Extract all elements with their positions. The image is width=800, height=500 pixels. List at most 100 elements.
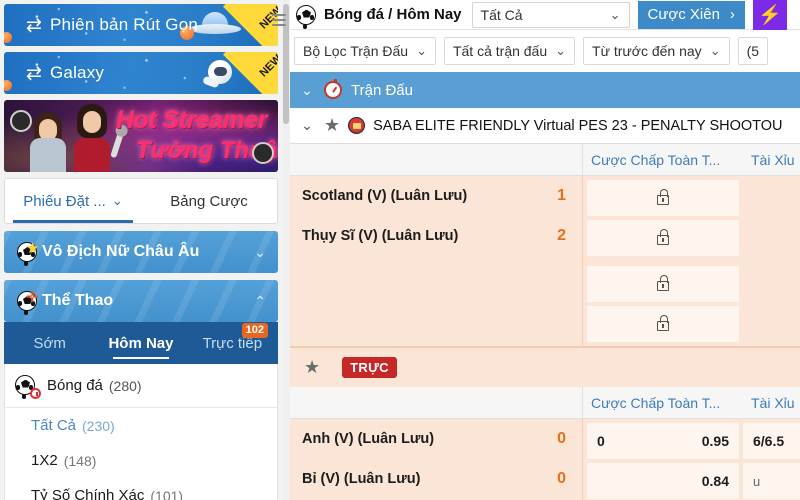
tab-today[interactable]: Hôm Nay bbox=[95, 322, 186, 364]
odds-cell-locked[interactable] bbox=[587, 220, 739, 256]
filter-label: Từ trước đến nay bbox=[592, 43, 702, 59]
chevron-down-icon: ⌄ bbox=[609, 6, 621, 22]
sidebar-item-all-markets[interactable]: Tất Cả (230) bbox=[5, 408, 277, 443]
filter-bar: Bộ Lọc Trận Đấu ⌄ Tất cả trận đấu ⌄ Từ t… bbox=[290, 30, 800, 72]
market-select[interactable]: Tất Cả ⌄ bbox=[471, 1, 630, 28]
handicap-price: 0.84 bbox=[701, 473, 729, 489]
market-select-value: Tất Cả bbox=[480, 6, 523, 23]
tab-early[interactable]: Sớm bbox=[4, 322, 95, 364]
team-score: 0 bbox=[557, 430, 566, 447]
betting-app: ⇄ Phiên bản Rút Gọn NEW ⇄ Galaxy NEW Hot… bbox=[0, 0, 800, 500]
parlay-button[interactable]: Cược Xiên › bbox=[637, 0, 745, 29]
filter-all-matches[interactable]: Tất cả trận đấu ⌄ bbox=[443, 37, 576, 65]
chevron-down-icon: ⌄ bbox=[416, 43, 427, 58]
section-header-sports[interactable]: ✛ Thể Thao ⌃ bbox=[4, 280, 278, 322]
match-teams: Anh (V) (Luân Lưu) 0 Bỉ (V) (Luân Lưu) 0 bbox=[290, 419, 583, 500]
sub-item-label: Tất Cả bbox=[31, 417, 77, 434]
hot-streamer-banner[interactable]: Hot Streamer Tường Thuật bbox=[4, 100, 278, 172]
tab-bet-slip[interactable]: Phiếu Đặt ... ⌄ bbox=[5, 179, 141, 223]
match-section-label: Trận Đấu bbox=[351, 81, 413, 99]
lock-icon bbox=[657, 229, 669, 245]
lock-icon bbox=[657, 189, 669, 205]
tab-bet-list[interactable]: Bảng Cược bbox=[141, 179, 277, 223]
promo-label: Phiên bản Rút Gọn bbox=[50, 15, 198, 34]
sport-row-football[interactable]: Bóng đá (280) bbox=[5, 364, 277, 408]
chevron-down-icon[interactable]: ⌄ bbox=[290, 117, 324, 134]
odds-column-handicap: 0 0.95 0.84 bbox=[583, 419, 743, 500]
menu-icon[interactable] bbox=[272, 14, 286, 26]
favorite-star-icon[interactable]: ★ bbox=[304, 357, 320, 378]
odds-cell-over[interactable]: 6/6.5 bbox=[743, 423, 800, 459]
team-score: 1 bbox=[557, 187, 566, 204]
odds-column-handicap bbox=[583, 176, 743, 346]
sport-count: (280) bbox=[108, 377, 142, 394]
team-row-home: Anh (V) (Luân Lưu) 0 bbox=[290, 419, 582, 459]
tab-live[interactable]: Trực tiếp 102 bbox=[187, 322, 278, 364]
team-name: Thụy Sĩ (V) (Luân Lưu) bbox=[302, 228, 459, 244]
team-name: Anh (V) (Luân Lưu) bbox=[302, 431, 435, 447]
league-row[interactable]: ⌄ ★ SABA ELITE FRIENDLY Virtual PES 23 -… bbox=[290, 108, 800, 144]
match-section-header[interactable]: ⌄ Trận Đấu bbox=[290, 72, 800, 108]
hot-banner-title: Hot Streamer bbox=[116, 106, 268, 134]
section-title: Vô Địch Nữ Châu Âu bbox=[42, 243, 200, 260]
live-status-badge: TRỰC bbox=[342, 357, 397, 378]
odds-cell-locked[interactable] bbox=[587, 266, 739, 302]
odds-cell-handicap-away[interactable]: 0.84 bbox=[587, 463, 739, 499]
filter-match-filter[interactable]: Bộ Lọc Trận Đấu ⌄ bbox=[294, 37, 436, 65]
left-sidebar: ⇄ Phiên bản Rút Gọn NEW ⇄ Galaxy NEW Hot… bbox=[0, 0, 290, 500]
team-row-away: Thụy Sĩ (V) (Luân Lưu) 2 bbox=[290, 216, 582, 256]
sports-ball-icon: ✛ bbox=[12, 289, 42, 311]
league-badge-icon bbox=[348, 117, 366, 134]
chevron-up-icon[interactable]: ⌃ bbox=[254, 293, 266, 310]
sport-time-tabs: Sớm Hôm Nay Trực tiếp 102 bbox=[4, 322, 278, 364]
new-ribbon-label-wrap: NEW bbox=[218, 4, 278, 46]
sidebar-item-correct-score[interactable]: Tỷ Số Chính Xác (101) bbox=[5, 478, 277, 500]
odds-cell-under[interactable]: u bbox=[743, 463, 800, 499]
tab-early-label: Sớm bbox=[33, 334, 66, 352]
swap-icon: ⇄ bbox=[26, 14, 42, 36]
promo-label: Galaxy bbox=[50, 63, 105, 82]
promo-banner-galaxy[interactable]: ⇄ Galaxy NEW bbox=[4, 52, 278, 94]
sub-item-count: (230) bbox=[82, 417, 115, 434]
league-name: SABA ELITE FRIENDLY Virtual PES 23 - PEN… bbox=[373, 117, 783, 134]
odds-column-over-under: 6/6.5 u bbox=[743, 419, 800, 500]
column-header-handicap: Cược Chấp Toàn T... bbox=[591, 151, 721, 168]
column-header-over-under: Tài Xỉu bbox=[751, 151, 795, 168]
odds-cell-locked[interactable] bbox=[587, 180, 739, 216]
match-odds bbox=[583, 176, 800, 346]
lock-icon bbox=[657, 275, 669, 291]
live-count-badge: 102 bbox=[241, 323, 268, 338]
tab-today-label: Hôm Nay bbox=[108, 334, 174, 352]
sport-list: Bóng đá (280) Tất Cả (230) 1X2 (148) Tỷ … bbox=[4, 364, 278, 500]
odds-cell-handicap-home[interactable]: 0 0.95 bbox=[587, 423, 739, 459]
tab-bet-slip-label: Phiếu Đặt ... bbox=[23, 192, 106, 210]
bet-slip-card: Phiếu Đặt ... ⌄ Bảng Cược bbox=[4, 178, 278, 224]
main-panel: Bóng đá / Hôm Nay Tất Cả ⌄ Cược Xiên › ⚡… bbox=[290, 0, 800, 500]
handicap-line: 0 bbox=[597, 433, 605, 449]
new-ribbon-label-wrap: NEW bbox=[218, 52, 278, 94]
filter-partial[interactable]: (5 bbox=[737, 37, 769, 65]
section-header-womens-euro[interactable]: ★ Vô Địch Nữ Châu Âu ⌄ bbox=[4, 231, 278, 273]
trophy-ball-icon: ★ bbox=[12, 240, 42, 262]
odds-cell-locked[interactable] bbox=[587, 306, 739, 342]
lock-icon bbox=[657, 315, 669, 331]
football-icon bbox=[296, 4, 316, 25]
live-match-header: ★ TRỰC bbox=[290, 347, 800, 387]
chevron-down-icon: ⌄ bbox=[111, 193, 123, 208]
match-row-scotland-switzerland: Scotland (V) (Luân Lưu) 1 Thụy Sĩ (V) (L… bbox=[290, 176, 800, 346]
match-row-england-belgium: Anh (V) (Luân Lưu) 0 Bỉ (V) (Luân Lưu) 0… bbox=[290, 419, 800, 500]
odds-column-header: Cược Chấp Toàn T... Tài Xỉu bbox=[290, 144, 800, 176]
chevron-right-icon: › bbox=[729, 6, 735, 23]
favorite-star-icon[interactable]: ★ bbox=[324, 115, 340, 136]
under-line: u bbox=[753, 473, 761, 489]
chevron-down-icon[interactable]: ⌄ bbox=[254, 244, 266, 261]
filter-label: (5 bbox=[746, 43, 760, 59]
banner-badge-right-icon bbox=[252, 142, 274, 164]
filter-time-range[interactable]: Từ trước đến nay ⌄ bbox=[583, 37, 730, 65]
promo-banner-simplified-version[interactable]: ⇄ Phiên bản Rút Gọn NEW bbox=[4, 4, 278, 46]
sidebar-scrollbar-track[interactable] bbox=[282, 0, 290, 500]
sidebar-item-1x2[interactable]: 1X2 (148) bbox=[5, 443, 277, 478]
over-line: 6/6.5 bbox=[753, 433, 785, 449]
chevron-down-icon[interactable]: ⌄ bbox=[290, 82, 324, 99]
lightning-promo-button[interactable]: ⚡ bbox=[752, 0, 787, 30]
